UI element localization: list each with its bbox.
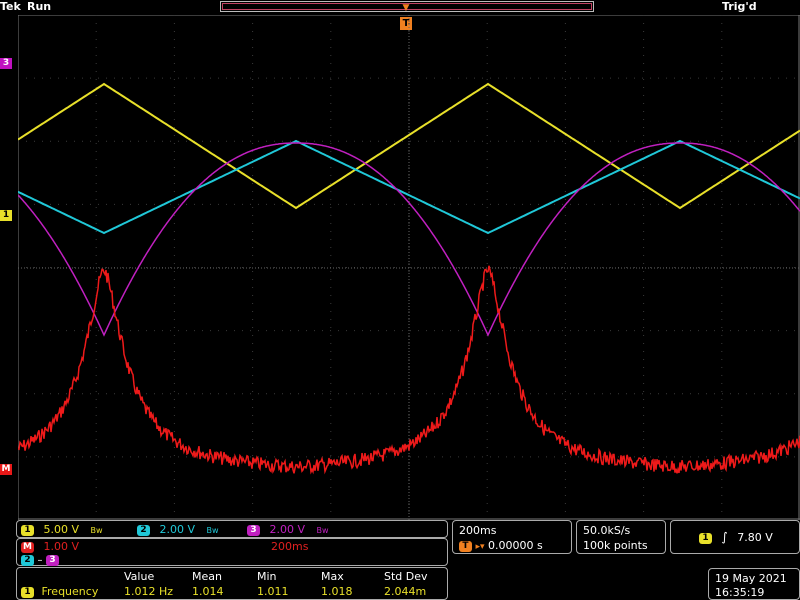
math-panel[interactable]: M 1.00 V 200ms 2 – 3: [16, 538, 448, 566]
ch1-scale: 5.00 V: [43, 523, 80, 536]
math-badge: M: [21, 541, 34, 553]
waveform-display[interactable]: [18, 15, 800, 520]
datetime-panel: 19 May 2021 16:35:19: [708, 568, 800, 600]
acquisition-panel[interactable]: 50.0kS/s 100k points: [576, 520, 666, 554]
math-source-a: 2: [21, 554, 34, 566]
trigger-state: Trig'd: [722, 0, 757, 13]
horizontal-position: 0.00000 s: [488, 539, 543, 552]
meas-max: 1.018: [321, 585, 353, 598]
math-source-b: 3: [46, 554, 59, 566]
run-status: Run: [27, 0, 52, 13]
meas-header-mean: Mean: [192, 570, 222, 583]
meas-value: 1.012 Hz: [124, 585, 174, 598]
math-ground-marker[interactable]: M: [0, 464, 12, 475]
meas-name: Frequency: [41, 585, 99, 598]
meas-stddev: 2.044m: [384, 585, 427, 598]
trigger-panel[interactable]: 1 ∫ 7.80 V: [670, 520, 800, 554]
horizontal-scale: 200ms: [459, 524, 497, 537]
ch3-scale: 2.00 V: [269, 523, 306, 536]
ch2-badge: 2: [137, 524, 150, 536]
trigger-level: 7.80 V: [737, 531, 773, 544]
trigger-source-badge: 1: [699, 532, 712, 544]
trigger-position-icon: ▼: [402, 3, 410, 13]
delay-arrow-icon: ▸▾: [475, 542, 485, 552]
meas-header-max: Max: [321, 570, 344, 583]
channel-scale-panel[interactable]: 1 5.00 V Bw 2 2.00 V Bw 3 2.00 V Bw: [16, 520, 448, 538]
math-timebase: 200ms: [271, 540, 309, 553]
meas-header-stddev: Std Dev: [384, 570, 428, 583]
meas-header-value: Value: [124, 570, 155, 583]
ch1-bw-icon: Bw: [90, 526, 103, 535]
ch3-badge: 3: [247, 524, 260, 536]
trigger-position-badge: T: [459, 540, 472, 552]
ch2-scale: 2.00 V: [159, 523, 196, 536]
horizontal-panel[interactable]: 200ms T ▸▾ 0.00000 s: [452, 520, 572, 554]
ch3-ground-marker[interactable]: 3: [0, 58, 12, 69]
meas-header-min: Min: [257, 570, 277, 583]
rising-edge-icon: ∫: [721, 530, 728, 544]
math-scale: 1.00 V: [43, 540, 80, 553]
date-label: 19 May 2021: [715, 572, 787, 585]
ch1-badge: 1: [21, 524, 34, 536]
measurement-panel[interactable]: Value Mean Min Max Std Dev 1 Frequency 1…: [16, 567, 448, 600]
sample-rate: 50.0kS/s: [583, 524, 631, 537]
ch2-bw-icon: Bw: [206, 526, 219, 535]
record-length: 100k points: [583, 539, 648, 552]
meas-min: 1.011: [257, 585, 289, 598]
meas-ch-badge: 1: [21, 586, 34, 598]
meas-mean: 1.014: [192, 585, 224, 598]
brand-label: Tek: [0, 0, 21, 13]
ch3-bw-icon: Bw: [316, 526, 329, 535]
math-operator-icon: –: [37, 555, 43, 566]
time-label: 16:35:19: [715, 586, 765, 599]
ch1-ground-marker[interactable]: 1: [0, 210, 12, 221]
